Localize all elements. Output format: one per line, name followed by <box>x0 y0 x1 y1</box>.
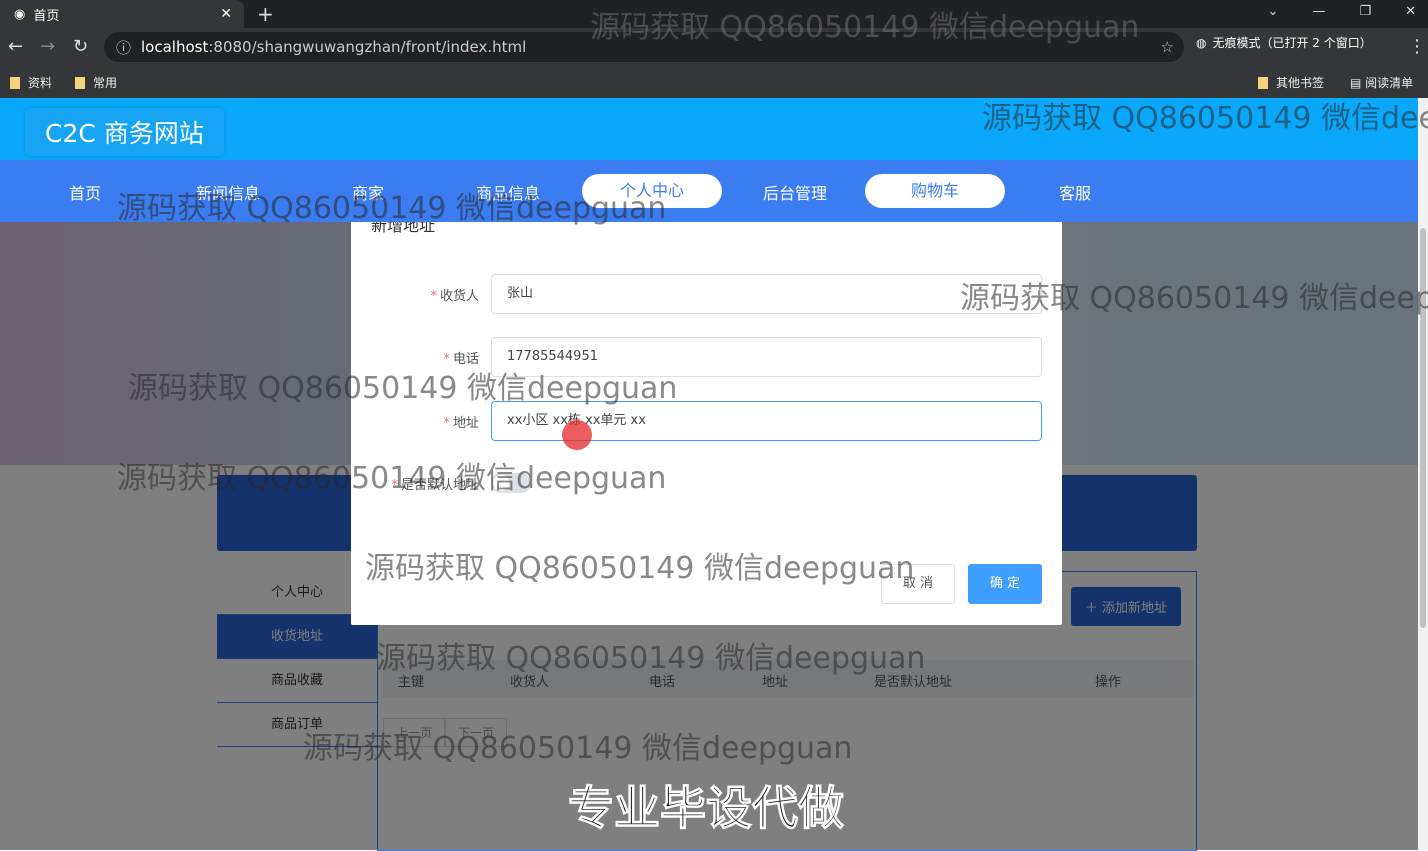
reading-list-icon: ▤ <box>1350 76 1366 90</box>
label-text: 电话 <box>452 352 479 367</box>
field-address: * 地址 xx小区 xx栋 xx单元 xx <box>351 401 1062 441</box>
nav-service[interactable]: 客服 <box>1059 180 1091 204</box>
site-header: C2C 商务网站 <box>0 98 1418 160</box>
mouse-cursor-highlight <box>562 420 592 450</box>
field-label: * 收货人 <box>430 289 479 304</box>
close-tab-icon[interactable]: ✕ <box>220 6 232 22</box>
confirm-button[interactable]: 确 定 <box>968 564 1042 604</box>
new-tab-button[interactable]: + <box>257 2 274 26</box>
nav-news[interactable]: 新闻信息 <box>196 180 260 204</box>
incognito-icon: ◍ <box>1196 35 1207 50</box>
nav-cart[interactable]: 购物车 <box>865 174 1005 208</box>
address-bar: ← → ↻ ⓘ localhost:8080/shangwuwangzhan/fr… <box>0 28 1428 66</box>
bookmark-label: 常用 <box>93 76 118 90</box>
minimize-icon[interactable]: — <box>1312 4 1325 19</box>
incognito-label: 无痕模式（已打开 2 个窗口） <box>1212 36 1372 50</box>
field-label: * 是否默认地址 <box>391 478 479 493</box>
add-address-dialog: 新增地址 * 收货人 张山 * 电话 17785544951 * 地址 xx小区 xx栋 x… <box>351 200 1062 625</box>
promo-caption: 专业毕设代做 <box>568 781 845 836</box>
nav-products[interactable]: 商品信息 <box>476 180 540 204</box>
folder-icon <box>1258 77 1268 89</box>
bookmark-folder[interactable]: 常用 <box>75 74 117 91</box>
tab-title: 首页 <box>33 8 60 24</box>
info-icon: ⓘ <box>116 38 132 57</box>
tab-search-icon[interactable]: ⌄ <box>1268 4 1279 19</box>
star-icon[interactable]: ☆ <box>1161 38 1174 56</box>
scrollbar-thumb[interactable] <box>1420 228 1426 628</box>
menu-icon[interactable]: ⋮ <box>1408 36 1426 57</box>
consignee-input[interactable]: 张山 <box>491 274 1042 314</box>
reading-list-label: 阅读清单 <box>1365 76 1414 90</box>
field-consignee: * 收货人 张山 <box>351 274 1062 314</box>
url-input[interactable]: ⓘ localhost:8080/shangwuwangzhan/front/in… <box>104 32 1184 62</box>
page-scrollbar[interactable] <box>1418 98 1428 850</box>
nav-personal-center[interactable]: 个人中心 <box>582 174 722 208</box>
other-bookmarks-label: 其他书签 <box>1276 76 1325 90</box>
main-nav: 首页 新闻信息 商家 商品信息 个人中心 后台管理 购物车 客服 <box>0 160 1418 222</box>
globe-icon: ◉ <box>14 6 26 22</box>
tab-bar: ◉ 首页 ✕ + ⌄ — ❐ ✕ <box>0 0 1428 28</box>
field-phone: * 电话 17785544951 <box>351 337 1062 377</box>
close-window-icon[interactable]: ✕ <box>1405 4 1416 19</box>
site-logo[interactable]: C2C 商务网站 <box>25 108 224 156</box>
other-bookmarks[interactable]: 其他书签 <box>1258 74 1324 91</box>
nav-home[interactable]: 首页 <box>69 180 101 204</box>
bookmark-label: 资料 <box>28 76 53 90</box>
url-host: localhost <box>141 38 209 56</box>
bookmark-folder[interactable]: 资料 <box>10 74 52 91</box>
field-label: * 电话 <box>443 352 479 367</box>
phone-input[interactable]: 17785544951 <box>491 337 1042 377</box>
reading-list[interactable]: ▤ 阅读清单 <box>1350 74 1413 91</box>
label-text: 收货人 <box>439 289 479 304</box>
url-path: :8080/shangwuwangzhan/front/index.html <box>208 38 527 56</box>
restore-icon[interactable]: ❐ <box>1359 4 1371 19</box>
reload-icon[interactable]: ↻ <box>73 36 88 57</box>
back-icon[interactable]: ← <box>8 36 23 57</box>
nav-admin[interactable]: 后台管理 <box>763 180 827 204</box>
folder-icon <box>75 77 85 89</box>
field-label: * 地址 <box>443 416 479 431</box>
bookmarks-bar: 资料 常用 其他书签 ▤ 阅读清单 <box>0 66 1428 98</box>
browser-tab[interactable]: ◉ 首页 ✕ <box>0 0 244 28</box>
label-text: 是否默认地址 <box>400 478 479 493</box>
default-address-toggle[interactable] <box>491 473 531 493</box>
forward-icon[interactable]: → <box>40 36 55 57</box>
label-text: 地址 <box>452 416 479 431</box>
nav-merchants[interactable]: 商家 <box>352 180 384 204</box>
cancel-button[interactable]: 取 消 <box>881 564 955 604</box>
field-default: * 是否默认地址 <box>351 463 1062 503</box>
incognito-badge[interactable]: ◍ 无痕模式（已打开 2 个窗口） <box>1196 34 1372 51</box>
folder-icon <box>10 77 20 89</box>
